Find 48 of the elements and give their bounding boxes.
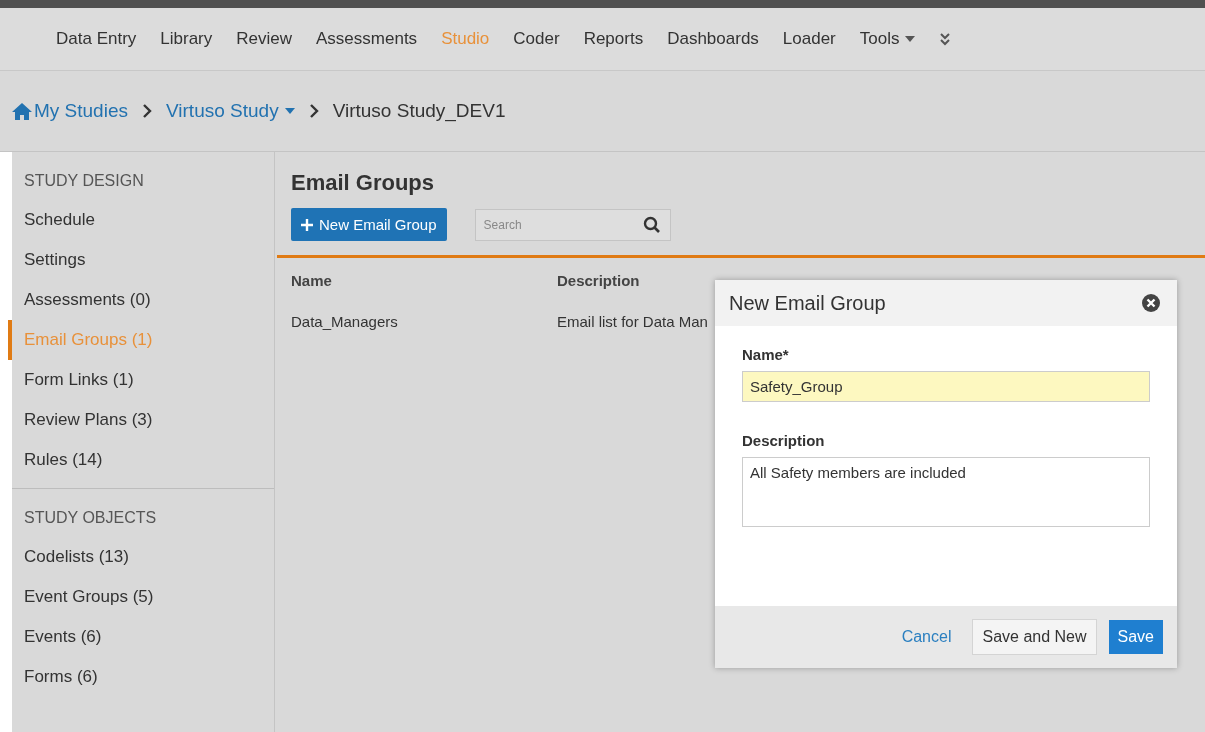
field-label: Name* xyxy=(742,346,790,363)
sidebar-item[interactable]: Forms (6) xyxy=(8,657,274,697)
column-header: Name xyxy=(291,272,332,289)
name-input-field[interactable]: Safety_Group xyxy=(742,371,1150,402)
page-title: Email Groups xyxy=(291,170,436,196)
nav-link[interactable]: Coder xyxy=(501,29,572,49)
chevron-right-icon xyxy=(142,103,152,119)
sidebar-item[interactable]: Form Links (1) xyxy=(8,360,274,400)
plus-icon xyxy=(301,218,313,231)
breadcrumb-dropdown[interactable]: Virtuso Study xyxy=(166,100,295,122)
cancel-link[interactable]: Cancel xyxy=(892,620,961,654)
sidebar-item[interactable]: Rules (14) xyxy=(8,440,274,480)
nav-link[interactable]: Loader xyxy=(770,29,848,49)
breadcrumb-link[interactable]: My Studies xyxy=(34,100,128,122)
save-button[interactable]: Save xyxy=(1108,620,1163,654)
dialog-title: New Email Group xyxy=(729,291,886,315)
column-header: Description xyxy=(557,272,640,289)
chevron-right-icon xyxy=(308,103,319,119)
table-cell: Email list for Data Man xyxy=(557,313,708,330)
sidebar-item[interactable]: Review Plans (3) xyxy=(8,400,274,440)
table-cell: Data_Managers xyxy=(291,313,398,330)
nav-dropdown[interactable]: Tools xyxy=(847,29,928,49)
section-heading: STUDY DESIGN xyxy=(23,172,145,191)
nav-link[interactable]: Reports xyxy=(571,29,656,49)
new-email-group-button[interactable]: New Email Group xyxy=(291,208,447,241)
nav-link[interactable]: Assessments xyxy=(304,29,430,49)
caret-icon xyxy=(905,36,916,42)
sidebar-item[interactable]: Events (6) xyxy=(8,617,274,657)
save-and-new-button[interactable]: Save and New xyxy=(972,619,1097,655)
sidebar-item[interactable]: Event Groups (5) xyxy=(8,577,274,617)
close-icon[interactable] xyxy=(1141,293,1161,313)
field-label: Description xyxy=(742,432,826,449)
home-icon xyxy=(12,102,32,120)
section-heading: STUDY OBJECTS xyxy=(23,509,158,528)
nav-link[interactable]: Data Entry xyxy=(44,29,149,49)
nav-link[interactable]: Dashboards xyxy=(655,29,771,49)
nav-link[interactable]: Review xyxy=(224,29,305,49)
sidebar-item[interactable]: Schedule xyxy=(8,200,274,240)
search-field[interactable]: Search xyxy=(474,208,671,241)
sidebar-item[interactable]: Assessments (0) xyxy=(8,280,274,320)
caret-icon xyxy=(284,108,295,114)
search-icon xyxy=(642,215,661,234)
double-chevron-icon[interactable] xyxy=(939,32,952,46)
breadcrumb-current: Virtuso Study_DEV1 xyxy=(332,100,506,122)
description-text-area[interactable]: All Safety members are included xyxy=(742,457,1150,527)
sidebar-item[interactable]: Settings xyxy=(8,240,274,280)
nav-link[interactable]: Library xyxy=(148,29,225,49)
sidebar-item[interactable]: Codelists (13) xyxy=(8,537,274,577)
